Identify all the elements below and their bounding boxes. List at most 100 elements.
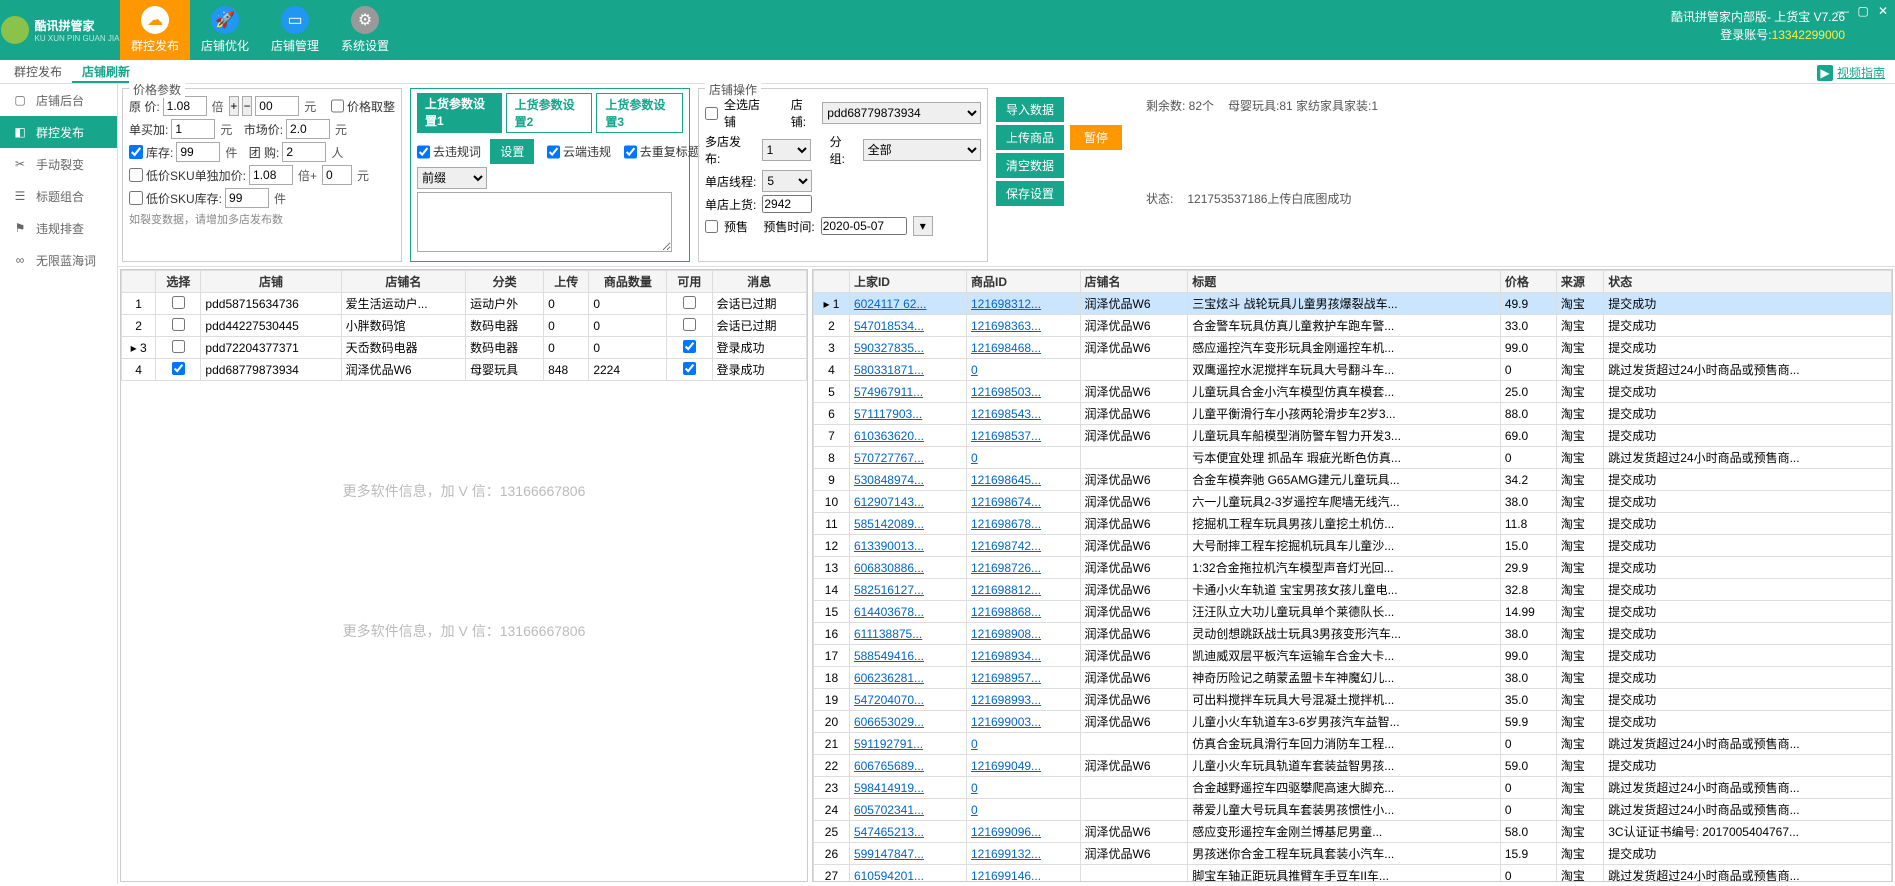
product-id-link[interactable]: 121699049... (971, 759, 1041, 773)
product-id-link[interactable]: 121698674... (971, 495, 1041, 509)
product-id-link[interactable]: 121698726... (971, 561, 1041, 575)
nav-manage[interactable]: ▭店铺管理 (260, 0, 330, 60)
product-id-link[interactable]: 0 (971, 363, 978, 377)
table-row[interactable]: 4pdd68779873934润泽优品W6母婴玩具8482224登录成功 (122, 359, 807, 381)
table-row[interactable]: 10612907143...121698674...润泽优品W6六一儿童玩具2-… (814, 491, 1892, 513)
maximize-icon[interactable]: ▢ (1853, 2, 1873, 20)
product-table[interactable]: 上家ID商品ID店铺名标题价格来源状态▸ 16024117 62...12169… (812, 269, 1893, 882)
single-input[interactable] (762, 195, 812, 213)
avail-checkbox[interactable] (683, 296, 696, 309)
orig-plus-input[interactable] (255, 96, 299, 116)
parent-id-link[interactable]: 6024117 62... (854, 297, 927, 311)
table-row[interactable]: 23598414919...0合金越野遥控车四驱攀爬高速大脚充...0淘宝跳过发… (814, 777, 1892, 799)
minus-button[interactable]: − (242, 96, 252, 116)
nav-optimize[interactable]: 🚀店铺优化 (190, 0, 260, 60)
parent-id-link[interactable]: 610594201... (854, 869, 924, 883)
row-checkbox[interactable] (172, 318, 185, 331)
parent-id-link[interactable]: 606830886... (854, 561, 924, 575)
parent-id-link[interactable]: 530848974... (854, 473, 924, 487)
param-tab-3[interactable]: 上货参数设置3 (596, 93, 683, 133)
dedup-word-checkbox[interactable] (417, 145, 430, 159)
table-row[interactable]: 7610363620...121698537...润泽优品W6儿童玩具车船模型消… (814, 425, 1892, 447)
row-checkbox[interactable] (172, 340, 185, 353)
table-row[interactable]: 13606830886...121698726...润泽优品W61:32合金拖拉… (814, 557, 1892, 579)
clear-button[interactable]: 清空数据 (996, 153, 1064, 178)
stock-checkbox[interactable] (129, 145, 143, 159)
parent-id-link[interactable]: 612907143... (854, 495, 924, 509)
thread-select[interactable]: 5 (762, 170, 812, 192)
lowstock-input[interactable] (225, 188, 269, 208)
table-row[interactable]: 24605702341...0蒂爱儿童大号玩具车套装男孩惯性小...0淘宝跳过发… (814, 799, 1892, 821)
tab-publish[interactable]: 群控发布 (4, 61, 72, 83)
prefix-select[interactable]: 前缀 (417, 167, 487, 189)
product-id-link[interactable]: 121699003... (971, 715, 1041, 729)
product-id-link[interactable]: 0 (971, 781, 978, 795)
parent-id-link[interactable]: 599147847... (854, 847, 924, 861)
table-row[interactable]: 4580331871...0双鹰遥控水泥搅拌车玩具大号翻斗车...0淘宝跳过发货… (814, 359, 1892, 381)
upload-button[interactable]: 上传商品 (996, 125, 1064, 150)
parent-id-link[interactable]: 570727767... (854, 451, 924, 465)
product-id-link[interactable]: 121699132... (971, 847, 1041, 861)
lowsku-input[interactable] (249, 165, 293, 185)
table-row[interactable]: 2547018534...121698363...润泽优品W6合金警车玩具仿真儿… (814, 315, 1892, 337)
orig-price-input[interactable] (163, 96, 207, 116)
param-tab-2[interactable]: 上货参数设置2 (506, 93, 593, 133)
table-row[interactable]: 22606765689...121699049...润泽优品W6儿童小火车玩具轨… (814, 755, 1892, 777)
save-button[interactable]: 保存设置 (996, 181, 1064, 206)
minimize-icon[interactable]: — (1833, 2, 1853, 20)
table-row[interactable]: 6571117903...121698543...润泽优品W6儿童平衡滑行车小孩… (814, 403, 1892, 425)
table-row[interactable]: 16611138875...121698908...润泽优品W6灵动创想跳跃战士… (814, 623, 1892, 645)
lowsku-plus-input[interactable] (322, 165, 352, 185)
parent-id-link[interactable]: 591192791... (854, 737, 923, 751)
table-row[interactable]: 15614403678...121698868...润泽优品W6汪汪队立大功儿童… (814, 601, 1892, 623)
presale-date[interactable] (821, 217, 907, 235)
parent-id-link[interactable]: 547204070... (854, 693, 924, 707)
presale-checkbox[interactable] (705, 220, 718, 233)
parent-id-link[interactable]: 606653029... (854, 715, 924, 729)
product-id-link[interactable]: 121698908... (971, 627, 1041, 641)
table-row[interactable]: 9530848974...121698645...润泽优品W6合金车模奔驰 G6… (814, 469, 1892, 491)
product-id-link[interactable]: 121699096... (971, 825, 1041, 839)
parent-id-link[interactable]: 611138875... (854, 627, 922, 641)
parent-id-link[interactable]: 606236281... (854, 671, 924, 685)
product-id-link[interactable]: 121698678... (971, 517, 1041, 531)
product-id-link[interactable]: 121699146... (971, 869, 1041, 883)
product-id-link[interactable]: 121698503... (971, 385, 1041, 399)
side-publish[interactable]: ◧群控发布 (0, 116, 117, 148)
shop-table[interactable]: 选择店铺店铺名分类上传商品数量可用消息1pdd58715634736爱生活运动户… (120, 269, 808, 882)
table-row[interactable]: 19547204070...121698993...润泽优品W6可出料搅拌车玩具… (814, 689, 1892, 711)
parent-id-link[interactable]: 613390013... (854, 539, 924, 553)
table-row[interactable]: ▸ 3pdd72204377371天岙数码电器数码电器00登录成功 (122, 337, 807, 359)
sel-all-checkbox[interactable] (705, 107, 718, 120)
lowsku-checkbox[interactable] (129, 168, 143, 182)
product-id-link[interactable]: 0 (971, 803, 978, 817)
table-row[interactable]: 26599147847...121699132...润泽优品W6男孩迷你合金工程… (814, 843, 1892, 865)
parent-id-link[interactable]: 606765689... (854, 759, 924, 773)
product-id-link[interactable]: 121698543... (971, 407, 1041, 421)
table-row[interactable]: 2pdd44227530445小胖数码馆数码电器00会话已过期 (122, 315, 807, 337)
cloud-checkbox[interactable] (547, 145, 560, 159)
product-id-link[interactable]: 121698645... (971, 473, 1041, 487)
table-row[interactable]: 21591192791...0仿真合金玩具滑行车回力消防车工程...0淘宝跳过发… (814, 733, 1892, 755)
group-input[interactable] (282, 142, 326, 162)
lowstock-checkbox[interactable] (129, 191, 143, 205)
video-guide-link[interactable]: ▶视频指南 (1817, 64, 1885, 81)
table-row[interactable]: 25547465213...121699096...润泽优品W6感应变形遥控车金… (814, 821, 1892, 843)
product-id-link[interactable]: 0 (971, 737, 978, 751)
parent-id-link[interactable]: 574967911... (854, 385, 923, 399)
parent-id-link[interactable]: 605702341... (854, 803, 924, 817)
group-select[interactable]: 全部 (863, 139, 981, 161)
avail-checkbox[interactable] (683, 362, 696, 375)
nav-settings[interactable]: ⚙系统设置 (330, 0, 400, 60)
product-id-link[interactable]: 121698537... (971, 429, 1041, 443)
table-row[interactable]: 20606653029...121699003...润泽优品W6儿童小火车轨道车… (814, 711, 1892, 733)
table-row[interactable]: 5574967911...121698503...润泽优品W6儿童玩具合金小汽车… (814, 381, 1892, 403)
product-id-link[interactable]: 121698993... (971, 693, 1041, 707)
table-row[interactable]: 27610594201...121699146...脚宝车轴正距玩具推臂车手豆车… (814, 865, 1892, 883)
param-tab-1[interactable]: 上货参数设置1 (417, 93, 502, 133)
parent-id-link[interactable]: 598414919... (854, 781, 924, 795)
parent-id-link[interactable]: 580331871... (854, 363, 924, 377)
parent-id-link[interactable]: 585142089... (854, 517, 924, 531)
product-id-link[interactable]: 121698868... (971, 605, 1041, 619)
product-id-link[interactable]: 0 (971, 451, 978, 465)
